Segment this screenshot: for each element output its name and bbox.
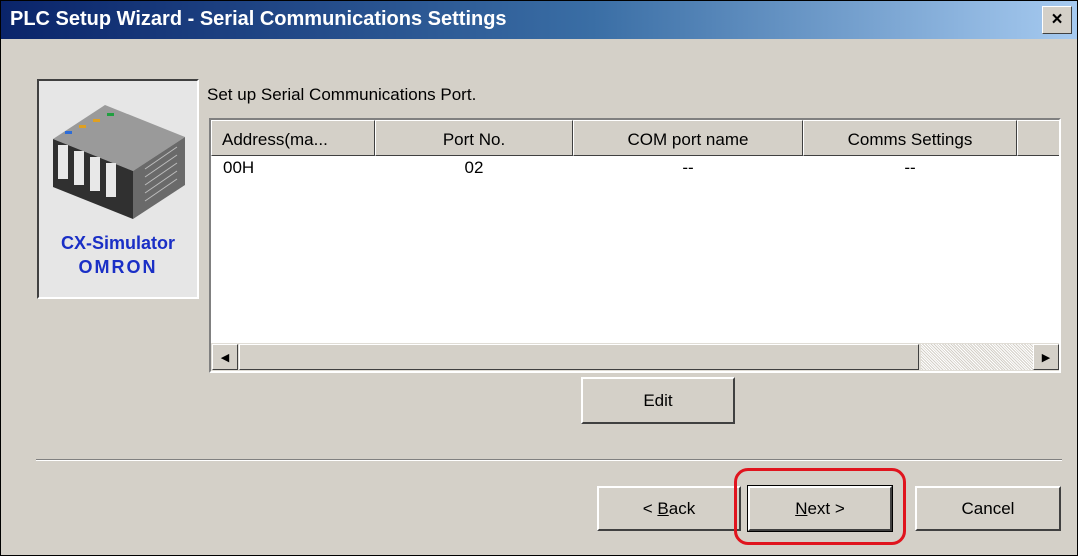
- next-button-access-key: N: [795, 498, 808, 518]
- list-header: Address(ma... Port No. COM port name Com…: [211, 120, 1059, 156]
- title-bar[interactable]: PLC Setup Wizard - Serial Communications…: [1, 1, 1077, 39]
- column-header-extra: [1017, 120, 1059, 156]
- window-title: PLC Setup Wizard - Serial Communications…: [10, 8, 507, 30]
- column-header-comms-settings[interactable]: Comms Settings: [803, 120, 1017, 156]
- logo-brand: OMRON: [78, 257, 158, 277]
- back-button[interactable]: < Back: [597, 486, 741, 531]
- table-row[interactable]: 00H 02 -- --: [211, 158, 1059, 180]
- back-button-access-key: B: [657, 498, 669, 518]
- horizontal-scrollbar[interactable]: ◀ ▶: [211, 343, 1059, 371]
- cell-com-port-name: --: [682, 158, 694, 177]
- plc-rack-icon: [53, 105, 185, 219]
- cancel-button[interactable]: Cancel: [915, 486, 1061, 531]
- cell-comms-settings: --: [904, 158, 916, 177]
- back-button-label: ack: [668, 498, 696, 518]
- right-arrow-icon: ▶: [1041, 351, 1051, 364]
- scroll-thumb[interactable]: [239, 344, 919, 370]
- column-header-port-no[interactable]: Port No.: [375, 120, 573, 156]
- next-button[interactable]: Next >: [747, 485, 893, 532]
- serial-port-list[interactable]: Address(ma... Port No. COM port name Com…: [209, 118, 1061, 373]
- edit-button[interactable]: Edit: [581, 377, 735, 424]
- scroll-right-button[interactable]: ▶: [1033, 344, 1059, 370]
- cx-simulator-logo: CX-Simulator OMRON: [37, 79, 199, 299]
- cell-port-no: 02: [464, 158, 484, 177]
- column-header-address[interactable]: Address(ma...: [211, 120, 375, 156]
- cell-address: 00H: [223, 158, 255, 177]
- close-button[interactable]: ×: [1042, 6, 1072, 34]
- left-arrow-icon: ◀: [220, 351, 230, 364]
- logo-product-name: CX-Simulator: [60, 233, 175, 253]
- close-icon: ×: [1051, 9, 1063, 30]
- instruction-label: Set up Serial Communications Port.: [207, 85, 477, 104]
- next-button-label: ext >: [807, 498, 845, 518]
- scroll-track[interactable]: [921, 344, 1033, 370]
- scroll-left-button[interactable]: ◀: [212, 344, 238, 370]
- back-button-prefix: <: [642, 498, 658, 518]
- column-header-com-port-name[interactable]: COM port name: [573, 120, 803, 156]
- wizard-window: PLC Setup Wizard - Serial Communications…: [0, 0, 1078, 556]
- separator: [36, 459, 1062, 461]
